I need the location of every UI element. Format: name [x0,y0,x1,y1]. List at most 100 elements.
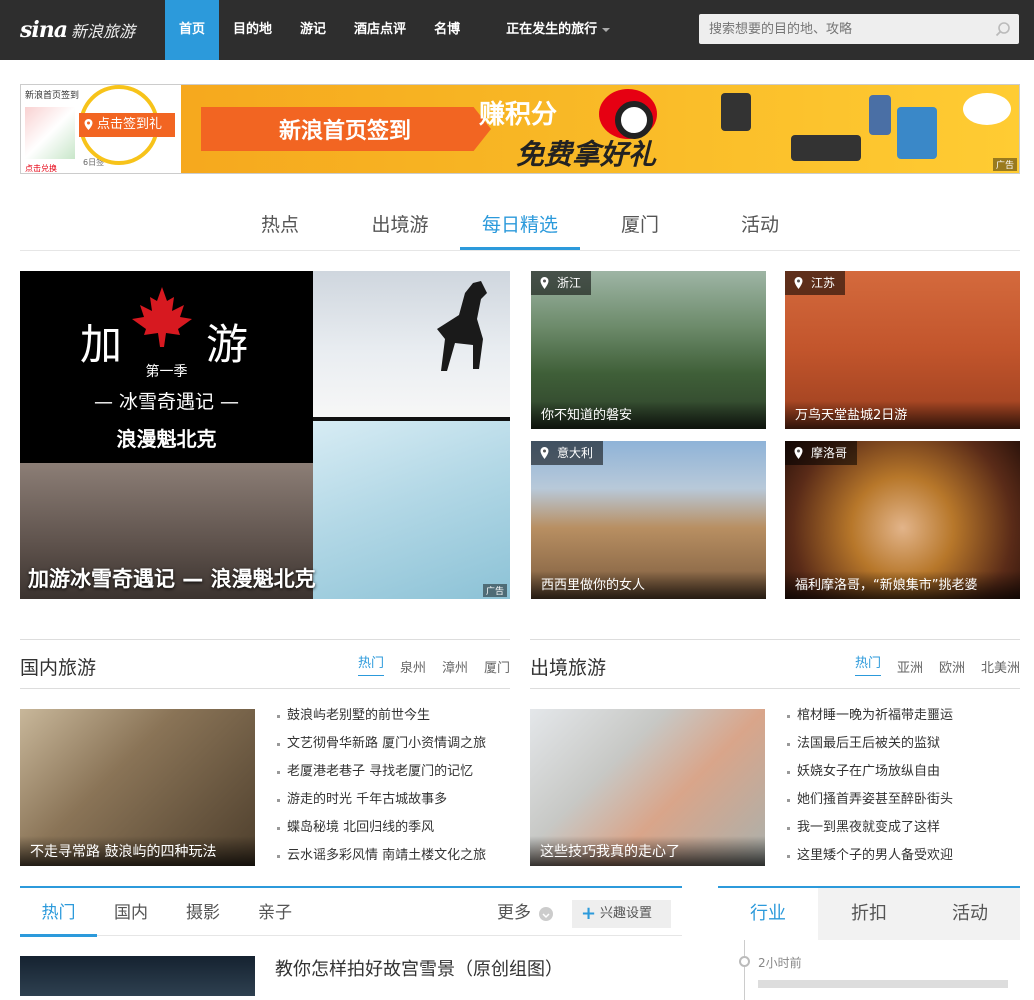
top-nav-bar: sina 新浪旅游 首页 目的地 游记 酒店点评 名博 正在发生的旅行 [0,0,1034,60]
outbound-travel-header: 出境旅游 热门 亚洲 欧洲 北美洲 [530,639,1020,689]
list-item[interactable]: 法国最后王后被关的监狱 [787,737,1020,765]
chevron-down-icon[interactable] [539,907,553,921]
tag-zhangzhou[interactable]: 漳州 [442,657,468,676]
search-icon[interactable] [995,21,1011,37]
featured-ad-canada[interactable]: 加 游 第一季 — 冰雪奇遇记 — 浪漫魁北克 加游冰雪奇遇记 — 浪漫魁北克 … [20,271,510,599]
tab-outbound[interactable]: 出境游 [340,210,460,250]
tab-daily-picks[interactable]: 每日精选 [460,210,580,250]
tag-hot[interactable]: 热门 [854,657,881,676]
chevron-down-icon [602,27,611,32]
photo-caption: 西西里做你的女人 [531,571,766,599]
banner-earn-points: 赚积分 [479,100,558,130]
nav-home[interactable]: 首页 [165,0,220,60]
tab-xiamen[interactable]: 厦门 [580,210,700,250]
list-item[interactable]: 她们搔首弄姿甚至醉卧街头 [787,793,1020,821]
tag-xiamen[interactable]: 厦门 [484,657,510,676]
tab-photography[interactable]: 摄影 [186,888,220,938]
list-item[interactable]: 这里矮个子的男人备受欢迎 [787,849,1020,877]
section-title: 出境旅游 [530,657,607,679]
tag-north-america[interactable]: 北美洲 [981,657,1020,676]
ice-cave-photo [313,421,510,599]
tag-asia[interactable]: 亚洲 [897,657,923,676]
tag-europe[interactable]: 欧洲 [939,657,965,676]
sidebar-tabs: 行业 折扣 活动 [718,888,1020,940]
tablet-icon [897,107,937,159]
maple-leaf-icon [132,287,192,347]
list-item[interactable]: 棺材睡一晚为祈福带走噩运 [787,709,1020,737]
banner-left-title: 新浪首页签到 [25,91,80,101]
location-pin-icon [794,447,803,459]
tab-events[interactable]: 活动 [700,210,820,250]
tab-hot[interactable]: 热点 [220,210,340,250]
nav-famous-blogs[interactable]: 名博 [420,0,474,60]
logo-mark: sina [20,17,68,43]
banner-redeem-label: 点击兑换 [25,164,57,173]
domestic-article-list: 鼓浪屿老别墅的前世今生 文艺彻骨华新路 厦门小资情调之旅 老厦港老巷子 寻找老厦… [277,709,510,877]
list-item[interactable]: 鼓浪屿老别墅的前世今生 [277,709,510,737]
location-badge: 江苏 [785,271,846,295]
ad-tag: 广告 [482,584,507,597]
nav-destinations[interactable]: 目的地 [219,0,286,60]
timeline-time: 2小时前 [758,956,802,970]
photo-card-panan[interactable]: 浙江 你不知道的磐安 [531,271,766,429]
list-item[interactable]: 游走的时光 千年古城故事多 [277,793,510,821]
domestic-thumbnail[interactable]: 不走寻常路 鼓浪屿的四种玩法 [20,709,255,866]
photo-card-morocco[interactable]: 摩洛哥 福利摩洛哥，“新娘集市”挑老婆 [785,441,1020,599]
tab-discount[interactable]: 折扣 [819,888,919,940]
tab-domestic[interactable]: 国内 [114,888,148,938]
main-nav: 首页 目的地 游记 酒店点评 名博 正在发生的旅行 [165,0,624,60]
tab-hot[interactable]: 热门 [20,888,97,937]
list-item[interactable]: 我一到黑夜就变成了这样 [787,821,1020,849]
ad-season: 第一季 [145,364,188,380]
weibo-eye-icon [599,89,657,139]
list-item[interactable]: 蝶岛秘境 北回归线的季风 [277,821,510,849]
nav-travelogues[interactable]: 游记 [286,0,340,60]
nav-happening-now-dropdown[interactable]: 正在发生的旅行 [492,0,624,60]
checkin-button[interactable]: 点击签到礼 [79,113,175,137]
location-badge: 摩洛哥 [785,441,858,465]
sina-travel-logo[interactable]: sina 新浪旅游 [20,16,135,44]
article-title[interactable]: 教你怎样拍好故宫雪景（原创组图） [275,955,563,981]
interest-settings-button[interactable]: + 兴趣设置 [572,900,671,928]
horse-silhouette [437,281,487,371]
timeline-line [744,940,745,1000]
location-pin-icon [540,277,549,289]
location-badge: 浙江 [531,271,592,295]
banner-free-gift: 免费拿好礼 [516,138,657,171]
keyboard-icon [791,135,861,161]
nav-dropdown-label: 正在发生的旅行 [506,22,598,37]
more-button[interactable]: 更多 [497,888,531,938]
tag-hot[interactable]: 热门 [357,657,384,676]
outbound-article-list: 棺材睡一晚为祈福带走噩运 法国最后王后被关的监狱 妖娆女子在广场放纵自由 她们搔… [787,709,1020,877]
location-pin-icon [540,447,549,459]
search-input[interactable] [699,14,979,44]
featured-ad-caption: 加游冰雪奇遇记 — 浪漫魁北克 [28,567,316,591]
list-item[interactable]: 老厦港老巷子 寻找老厦门的记忆 [277,765,510,793]
location-label: 意大利 [557,446,594,460]
location-label: 江苏 [811,276,836,290]
photo-caption: 福利摩洛哥，“新娘集市”挑老婆 [785,571,1020,599]
ad-tag: 广告 [992,158,1017,171]
photo-card-sicily[interactable]: 意大利 西西里做你的女人 [531,441,766,599]
list-item[interactable]: 文艺彻骨华新路 厦门小资情调之旅 [277,737,510,765]
tab-activity[interactable]: 活动 [920,888,1020,940]
timeline-dot-icon [739,956,750,967]
banner-headline: 新浪首页签到 [279,119,412,144]
location-label: 摩洛哥 [811,446,848,460]
location-label: 浙江 [557,276,582,290]
tab-industry[interactable]: 行业 [718,888,818,940]
outbound-thumbnail[interactable]: 这些技巧我真的走心了 [530,709,765,866]
article-thumbnail[interactable] [20,956,255,996]
tab-family[interactable]: 亲子 [258,888,292,938]
search-box [699,14,1019,44]
timeline-item[interactable] [758,980,1008,988]
list-item[interactable]: 云水谣多彩风情 南靖土楼文化之旅 [277,849,510,877]
checkin-extra: 礼 [149,117,163,132]
tag-quanzhou[interactable]: 泉州 [400,657,426,676]
list-item[interactable]: 妖娆女子在广场放纵自由 [787,765,1020,793]
checkin-ad-banner[interactable]: 新浪首页签到 点击兑换 6日签 点击签到礼 新浪首页签到 赚积分 免费拿好礼 广… [20,84,1020,174]
checkin-label: 点击签到 [97,117,150,132]
photo-card-yancheng[interactable]: 江苏 万鸟天堂盐城2日游 [785,271,1020,429]
nav-hotel-reviews[interactable]: 酒店点评 [340,0,420,60]
speaker-icon [721,93,751,131]
